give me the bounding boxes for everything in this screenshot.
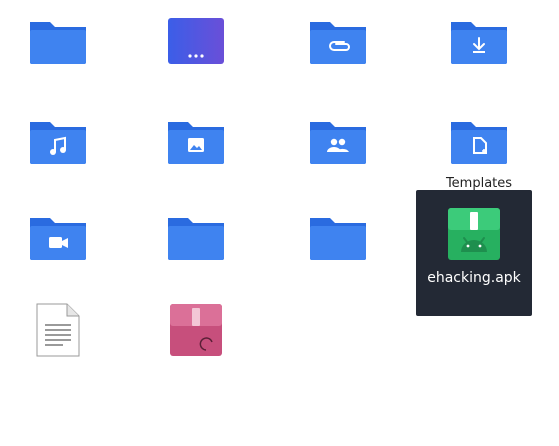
music-folder-icon — [28, 118, 88, 166]
desktop-item-label: Folder — [317, 272, 359, 287]
desktop-item-folder-3[interactable]: Folder — [280, 200, 396, 304]
desktop-item-label: Music — [39, 176, 77, 191]
desktop-item-pictures[interactable]: Pictures — [138, 104, 254, 208]
desktop-item-label: Desktop — [31, 76, 85, 91]
desktop-item-public[interactable]: Public — [280, 104, 396, 208]
attachment-folder-icon — [308, 18, 368, 66]
folder-icon — [28, 18, 88, 66]
desktop-item-label: Downloads — [443, 76, 515, 91]
pictures-folder-icon — [166, 118, 226, 166]
templates-folder-icon — [449, 118, 509, 166]
folder-icon — [166, 214, 226, 262]
desktop-item-package[interactable]: Package — [138, 296, 254, 400]
desktop-item-label: Documents — [158, 76, 234, 91]
desktop-item-label: ehacking.apk — [427, 270, 521, 286]
desktop-item-attachments[interactable]: Attachments — [280, 4, 396, 108]
desktop-item-downloads[interactable]: Downloads — [421, 4, 537, 108]
desktop-item-videos[interactable]: Videos — [0, 200, 116, 304]
debian-package-icon — [168, 302, 224, 358]
documents-folder-icon — [166, 18, 226, 66]
desktop-item-label: Videos — [36, 272, 80, 287]
desktop-item-label: Package — [169, 368, 223, 383]
desktop-item-text-file[interactable]: Text — [0, 296, 116, 400]
text-file-icon — [35, 302, 81, 358]
videos-folder-icon — [28, 214, 88, 262]
desktop-item-label: Folder — [175, 272, 217, 287]
desktop-item-documents[interactable]: Documents — [138, 4, 254, 108]
desktop-item-label: Pictures — [170, 176, 222, 191]
download-folder-icon — [449, 18, 509, 66]
public-folder-icon — [308, 118, 368, 166]
desktop-item-label: Text — [44, 368, 72, 383]
desktop-icon-grid: Desktop Documents Attachments Downloads … — [0, 0, 559, 446]
desktop-item-folder-2[interactable]: Folder — [138, 200, 254, 304]
desktop-item-folder[interactable]: Desktop — [0, 4, 116, 108]
desktop-item-label: Public — [318, 176, 358, 191]
desktop-item-label: Attachments — [296, 76, 380, 91]
desktop-item-music[interactable]: Music — [0, 104, 116, 208]
folder-icon — [308, 214, 368, 262]
desktop-item-ehacking-apk[interactable]: ehacking.apk — [416, 190, 532, 316]
android-package-icon — [446, 206, 502, 262]
